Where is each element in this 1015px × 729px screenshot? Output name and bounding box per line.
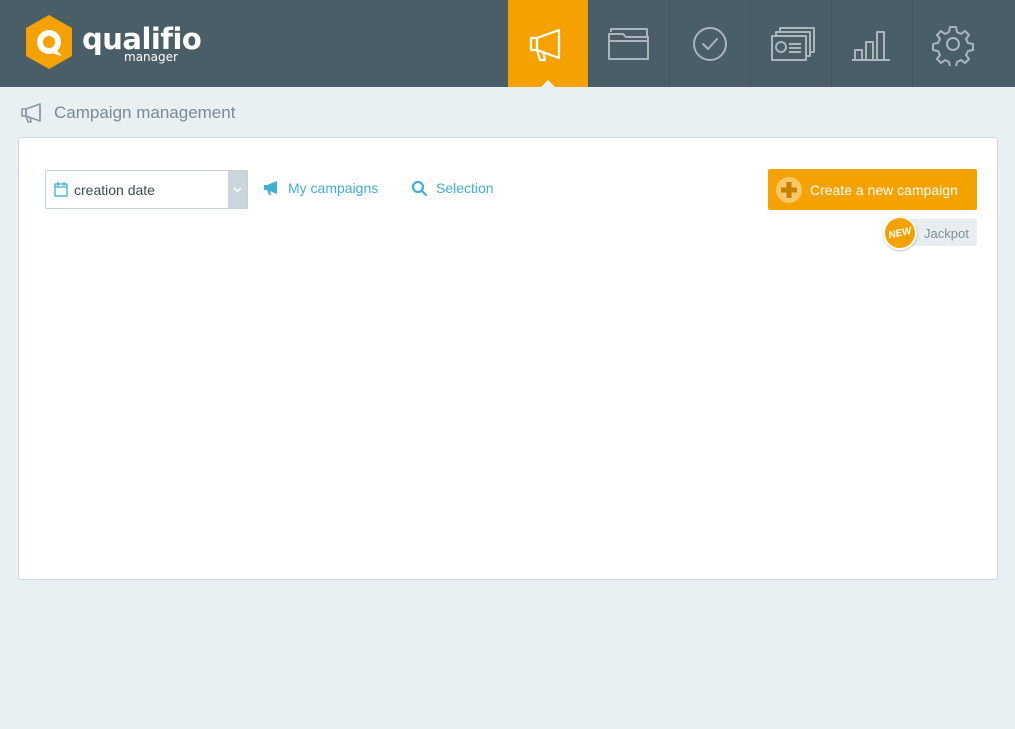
bar-chart-icon <box>852 30 890 61</box>
page-title: Campaign management <box>54 103 236 122</box>
logo[interactable]: qualifio manager <box>24 14 204 70</box>
megaphone-icon <box>264 181 277 195</box>
selection-label: Selection <box>436 180 494 196</box>
logo-subtitle: manager <box>124 50 178 64</box>
page-header: Campaign management <box>20 100 235 126</box>
sort-select[interactable]: creation date <box>45 170 248 209</box>
campaigns-panel: creation date My campaigns Selection Cre… <box>18 137 998 580</box>
folder-icon <box>608 27 649 60</box>
id-cards-icon <box>771 26 815 61</box>
sort-select-arrow[interactable] <box>228 171 247 208</box>
check-circle-icon <box>693 26 727 61</box>
nav-campaigns[interactable] <box>508 0 588 88</box>
jackpot-label: Jackpot <box>924 226 969 241</box>
gear-icon <box>932 25 974 66</box>
create-campaign-label: Create a new campaign <box>810 181 958 198</box>
create-campaign-button[interactable]: Create a new campaign <box>768 169 977 210</box>
qualifio-logo-icon <box>26 15 72 69</box>
selection-link[interactable]: Selection <box>411 180 494 196</box>
nav-contacts[interactable] <box>750 0 831 87</box>
my-campaigns-label: My campaigns <box>288 180 379 196</box>
my-campaigns-link[interactable]: My campaigns <box>263 180 378 196</box>
nav-validation[interactable] <box>669 0 750 87</box>
main-nav <box>508 0 993 88</box>
megaphone-icon <box>21 103 41 123</box>
nav-folders[interactable] <box>588 0 669 87</box>
nav-statistics[interactable] <box>831 0 912 87</box>
search-icon <box>411 180 428 196</box>
nav-settings[interactable] <box>912 0 993 87</box>
chevron-down-icon <box>233 186 242 193</box>
plus-circle-icon <box>776 176 802 203</box>
calendar-icon <box>54 182 68 197</box>
megaphone-icon <box>529 28 561 61</box>
top-bar: qualifio manager <box>0 0 1015 88</box>
sort-select-value: creation date <box>74 182 155 198</box>
